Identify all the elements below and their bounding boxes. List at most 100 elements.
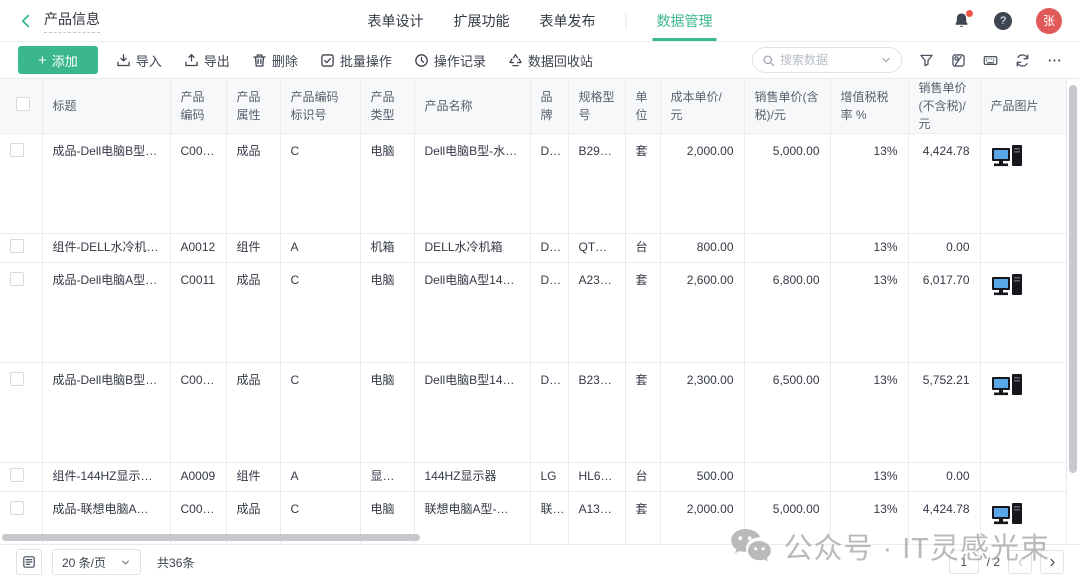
field-display-button[interactable] (983, 53, 998, 68)
cell-brand: LG (530, 462, 568, 491)
export-button[interactable]: 导出 (184, 51, 230, 70)
cell-vat_rate: 13% (830, 234, 908, 263)
cell-brand: DELL (530, 262, 568, 362)
cell-product_name: 联想电脑A型-水冷机箱 (414, 491, 530, 544)
tab-3[interactable]: 数据管理 (657, 0, 713, 41)
prev-page-button[interactable] (1008, 550, 1032, 574)
row-checkbox[interactable] (10, 239, 24, 253)
cell-product_code: C0011 (170, 262, 226, 362)
cell-sale_price_no_tax: 5,752.21 (908, 362, 980, 462)
cell-sale_price_no_tax: 4,424.78 (908, 491, 980, 544)
row-checkbox[interactable] (10, 272, 24, 286)
cell-sale_price_no_tax: 0.00 (908, 234, 980, 263)
cell-brand: DELL (530, 134, 568, 234)
total-count: 共36条 (157, 554, 194, 571)
page-title[interactable]: 产品信息 (44, 9, 100, 33)
row-checkbox[interactable] (10, 501, 24, 515)
import-button[interactable]: 导入 (116, 51, 162, 70)
recycle-bin-button[interactable]: 数据回收站 (508, 51, 593, 70)
notification-badge (966, 10, 973, 17)
cell-product_type: 显示器 (360, 462, 414, 491)
cell-product_image (980, 134, 1066, 234)
product-image (991, 501, 1025, 529)
page-total: / 2 (987, 555, 1000, 569)
column-header-_check (0, 79, 42, 134)
search-box[interactable] (752, 47, 902, 73)
search-input[interactable] (780, 53, 875, 67)
refresh-button[interactable] (1015, 53, 1030, 68)
column-header-sale_price_no_tax: 销售单价(不含税)/元 (908, 79, 980, 134)
cell-unit: 套 (625, 491, 660, 544)
column-header-model: 规格型号 (568, 79, 625, 134)
tab-2[interactable]: 表单发布 (540, 0, 596, 41)
toolbar-icon-buttons (919, 53, 1062, 68)
avatar[interactable]: 张 (1036, 8, 1062, 34)
cell-code_flag: C (280, 362, 360, 462)
notification-button[interactable] (953, 12, 970, 29)
cell-code_flag: C (280, 134, 360, 234)
search-chevron-down-icon[interactable] (880, 54, 892, 66)
vertical-scrollbar[interactable] (1069, 85, 1077, 473)
table-display-button[interactable] (16, 549, 42, 575)
delete-button[interactable]: 删除 (252, 51, 298, 70)
import-icon (116, 53, 131, 68)
table-row-2: 成品-Dell电脑A型144HZ-A...C0011成品C电脑Dell电脑A型1… (0, 262, 1066, 362)
tab-1[interactable]: 扩展功能 (454, 0, 510, 41)
cell-brand: 联想 (530, 491, 568, 544)
cell-title: 成品-Dell电脑B型144HZ-B... (42, 362, 170, 462)
table-display-icon (22, 555, 36, 569)
next-page-button[interactable] (1040, 550, 1064, 574)
row-checkbox[interactable] (10, 143, 24, 157)
batch-operation-button[interactable]: 批量操作 (320, 51, 392, 70)
product-image (991, 372, 1025, 400)
cell-title: 成品-Dell电脑A型144HZ-A... (42, 262, 170, 362)
chevron-down-icon (120, 557, 131, 568)
column-header-brand: 品牌 (530, 79, 568, 134)
horizontal-scrollbar[interactable] (2, 534, 420, 541)
cell-_check (0, 462, 42, 491)
column-header-title: 标题 (42, 79, 170, 134)
cell-cost_price: 2,000.00 (660, 134, 744, 234)
header-row: 标题产品编码产品属性产品编码标识号产品类型产品名称品牌规格型号单位成本单价/元销… (0, 79, 1066, 134)
cell-code_flag: C (280, 262, 360, 362)
tab-divider (626, 14, 627, 28)
help-button[interactable]: ? (994, 12, 1012, 30)
cell-product_image (980, 491, 1066, 544)
add-button[interactable]: + 添加 (18, 46, 98, 74)
cell-unit: 台 (625, 462, 660, 491)
filter-button[interactable] (919, 53, 934, 68)
import-button-label: 导入 (136, 51, 162, 70)
chevron-right-icon (1047, 557, 1058, 568)
page-size-select[interactable]: 20 条/页 (52, 549, 141, 575)
cell-sale_price_no_tax: 0.00 (908, 462, 980, 491)
cell-unit: 台 (625, 234, 660, 263)
cell-product_code: C0013 (170, 134, 226, 234)
pagination-bar: 20 条/页 共36条 / 2 (0, 544, 1080, 579)
select-all-checkbox[interactable] (16, 97, 30, 111)
cell-model: QTP-300 (568, 234, 625, 263)
cell-cost_price: 500.00 (660, 462, 744, 491)
cell-product_name: Dell电脑A型144HZ (414, 262, 530, 362)
operation-log-button[interactable]: 操作记录 (414, 51, 486, 70)
cell-product_code: C0010 (170, 362, 226, 462)
tab-0[interactable]: 表单设计 (368, 0, 424, 41)
cell-title: 组件-DELL水冷机箱-QTP-3... (42, 234, 170, 263)
cell-code_flag: A (280, 462, 360, 491)
appearance-button[interactable] (951, 53, 966, 68)
product-image (991, 272, 1025, 300)
cell-sale_price_tax: 6,500.00 (744, 362, 830, 462)
toolbar: + 添加 导入 导出 删除 批量操作 操作记录 数据回收站 (0, 42, 1080, 78)
cell-vat_rate: 13% (830, 134, 908, 234)
page-number-input[interactable] (949, 550, 979, 574)
cell-cost_price: 2,600.00 (660, 262, 744, 362)
cell-sale_price_no_tax: 6,017.70 (908, 262, 980, 362)
back-button[interactable] (18, 13, 34, 29)
row-checkbox[interactable] (10, 372, 24, 386)
cell-sale_price_no_tax: 4,424.78 (908, 134, 980, 234)
cell-model: B29002 (568, 134, 625, 234)
row-checkbox[interactable] (10, 468, 24, 482)
column-header-cost_price: 成本单价/元 (660, 79, 744, 134)
more-button[interactable] (1047, 53, 1062, 68)
cell-_check (0, 362, 42, 462)
column-header-code_flag: 产品编码标识号 (280, 79, 360, 134)
